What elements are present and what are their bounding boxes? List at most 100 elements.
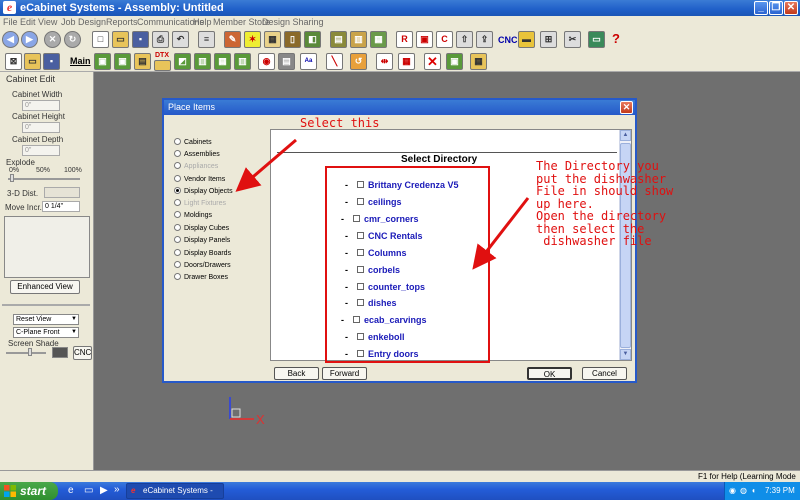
cancel-button[interactable]: Cancel <box>582 367 627 380</box>
tall-cabinet-icon[interactable]: ▥ <box>194 53 211 70</box>
cabinet-width-field[interactable]: 0" <box>22 100 60 111</box>
hatch-icon[interactable]: ▦ <box>398 53 415 70</box>
undo-icon[interactable]: ↶ <box>172 31 189 48</box>
open-folder-icon[interactable]: ▭ <box>112 31 129 48</box>
menu-design-sharing[interactable]: Design Sharing <box>262 16 324 28</box>
radio-assemblies[interactable]: Assemblies <box>174 150 220 158</box>
grid-icon[interactable]: ▦ <box>370 31 387 48</box>
radio-display-objects[interactable]: Display Objects <box>174 187 233 195</box>
cabinet-icon[interactable]: ▦ <box>264 31 281 48</box>
dist-field[interactable] <box>44 187 80 198</box>
align-icon[interactable]: ≡ <box>198 31 215 48</box>
shade-swatch[interactable] <box>52 347 68 358</box>
hutch-icon[interactable]: ▥ <box>234 53 251 70</box>
close-button[interactable]: ✕ <box>784 1 798 15</box>
new-file-icon[interactable]: □ <box>92 31 109 48</box>
drawer-cabinet-icon[interactable]: ▤ <box>134 53 151 70</box>
radio-display-panels[interactable]: Display Panels <box>174 236 230 244</box>
maximize-button[interactable]: ❐ <box>769 1 783 15</box>
main-tab-label[interactable]: Main <box>70 56 91 66</box>
cnc-button[interactable]: CNC <box>73 346 92 360</box>
tools-icon[interactable]: ✂ <box>564 31 581 48</box>
media-quicklaunch-icon[interactable]: ▶ <box>100 485 108 496</box>
quicklaunch-chevron-icon[interactable]: » <box>114 484 120 495</box>
radio-moldings[interactable]: Moldings <box>174 211 212 219</box>
dimension-icon[interactable]: ⇹ <box>376 53 393 70</box>
cart-icon[interactable]: ▬ <box>518 31 535 48</box>
minimize-button[interactable]: _ <box>754 1 768 15</box>
menu-design[interactable]: Design <box>78 16 106 28</box>
save-icon[interactable]: ▪ <box>132 31 149 48</box>
layers-icon[interactable]: ◧ <box>304 31 321 48</box>
dialog-close-button[interactable]: ✕ <box>620 101 633 114</box>
tray-network-icon[interactable]: ◍ <box>740 482 747 500</box>
clock[interactable]: 7:39 PM <box>765 482 795 500</box>
cabinet-height-field[interactable]: 0" <box>22 122 60 133</box>
folder-edit-icon[interactable]: ▭ <box>24 53 41 70</box>
delete-icon[interactable]: ✕ <box>424 53 441 70</box>
panel-icon[interactable]: ▥ <box>350 31 367 48</box>
radio-cabinets[interactable]: Cabinets <box>174 138 212 146</box>
shade-slider-handle[interactable] <box>28 348 32 356</box>
network-icon[interactable]: ⊞ <box>540 31 557 48</box>
dtx-icon[interactable] <box>154 60 171 71</box>
radio-doors-drawers[interactable]: Doors/Drawers <box>174 261 231 269</box>
refresh-icon[interactable]: ↻ <box>64 31 81 48</box>
document-icon[interactable]: ▣ <box>416 31 433 48</box>
clipboard-icon[interactable]: C <box>436 31 453 48</box>
corner-cabinet-icon[interactable]: ◩ <box>174 53 191 70</box>
forward-button[interactable]: Forward <box>322 367 367 380</box>
menu-file[interactable]: File <box>3 16 18 28</box>
burst-icon[interactable]: ✶ <box>244 31 261 48</box>
rotate-icon[interactable]: ↺ <box>350 53 367 70</box>
place-items-icon[interactable]: ◉ <box>258 53 275 70</box>
base-cabinet-icon[interactable]: ▣ <box>94 53 111 70</box>
stop-icon[interactable]: ✕ <box>44 31 61 48</box>
tray-volume-icon[interactable]: ◖ <box>751 482 756 500</box>
menu-reports[interactable]: Reports <box>106 16 138 28</box>
ie-quicklaunch-icon[interactable]: e <box>68 485 74 496</box>
tray-help-icon[interactable]: ◉ <box>729 482 736 500</box>
taskbar-item-ecabinet[interactable]: e eCabinet Systems - A... <box>126 483 224 499</box>
ok-button[interactable]: OK <box>527 367 572 380</box>
back-button[interactable]: Back <box>274 367 319 380</box>
pantry-icon[interactable]: ▦ <box>214 53 231 70</box>
calculator-icon[interactable]: ▤ <box>278 53 295 70</box>
scroll-up-icon[interactable]: ▲ <box>620 130 631 141</box>
plane-select[interactable]: C-Plane Front <box>13 327 79 338</box>
radio-vendor-items[interactable]: Vendor Items <box>174 175 225 183</box>
export-icon[interactable]: ⇪ <box>476 31 493 48</box>
explode-slider-handle[interactable] <box>10 174 14 182</box>
radio-drawer-boxes[interactable]: Drawer Boxes <box>174 273 228 281</box>
help-icon[interactable]: ? <box>612 31 620 46</box>
upload-icon[interactable]: ⇧ <box>456 31 473 48</box>
paint-icon[interactable]: ✎ <box>224 31 241 48</box>
scroll-down-icon[interactable]: ▼ <box>620 349 631 360</box>
menu-help[interactable]: Help <box>193 16 212 28</box>
report-icon[interactable]: R <box>396 31 413 48</box>
menu-job[interactable]: Job <box>61 16 76 28</box>
cabinet-edit-icon[interactable]: ⊠ <box>5 53 22 70</box>
enhanced-view-button[interactable]: Enhanced View <box>10 280 80 294</box>
cnc-toolbar-label[interactable]: CNC <box>498 35 518 45</box>
start-button[interactable]: start <box>0 482 58 500</box>
monitor-icon[interactable]: ▭ <box>588 31 605 48</box>
menu-view[interactable]: View <box>38 16 57 28</box>
back-arrow-icon[interactable]: ◀ <box>2 31 19 48</box>
door-icon[interactable]: ▯ <box>284 31 301 48</box>
move-incr-field[interactable]: 0 1/4" <box>42 201 80 212</box>
layout-icon[interactable]: ▦ <box>470 53 487 70</box>
radio-display-cubes[interactable]: Display Cubes <box>174 224 229 232</box>
menu-edit[interactable]: Edit <box>20 16 36 28</box>
save-edit-icon[interactable]: ▪ <box>43 53 60 70</box>
desktop-quicklaunch-icon[interactable]: ▭ <box>84 485 93 496</box>
cabinet-depth-field[interactable]: 0" <box>22 145 60 156</box>
wall-cabinet-icon[interactable]: ▣ <box>114 53 131 70</box>
forward-arrow-icon[interactable]: ▶ <box>21 31 38 48</box>
text-icon[interactable]: Aa <box>300 53 317 70</box>
reset-view-select[interactable]: Reset View <box>13 314 79 325</box>
draw-line-icon[interactable]: ╲ <box>326 53 343 70</box>
radio-display-boards[interactable]: Display Boards <box>174 249 231 257</box>
drawer-icon[interactable]: ▤ <box>330 31 347 48</box>
camera-icon[interactable]: ▣ <box>446 53 463 70</box>
